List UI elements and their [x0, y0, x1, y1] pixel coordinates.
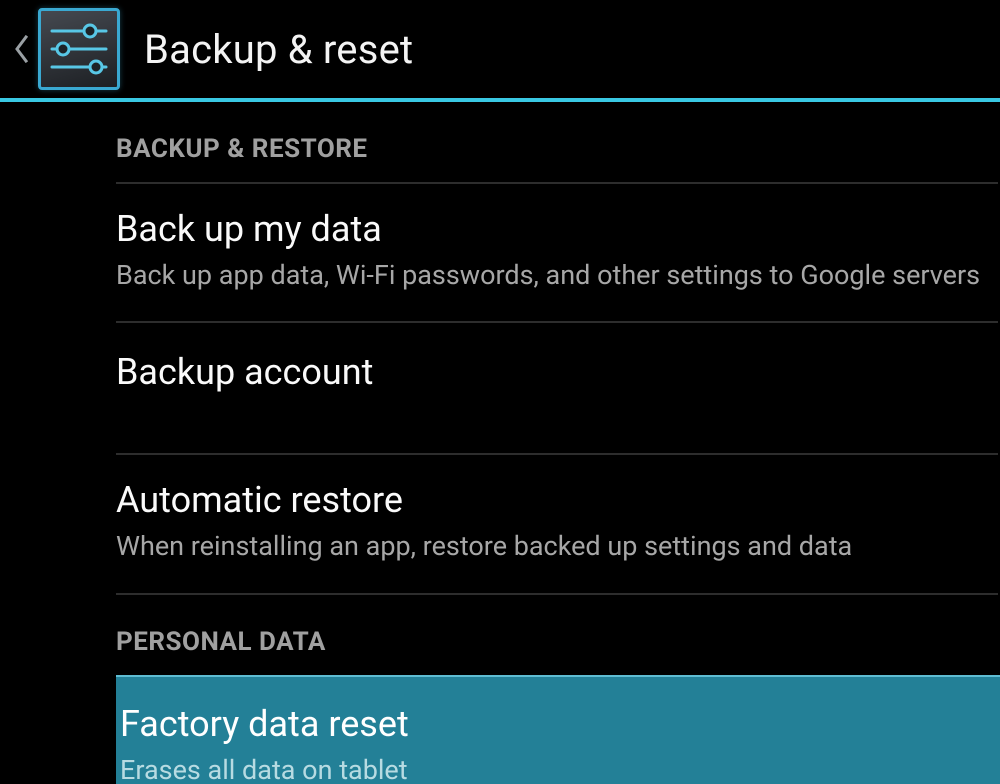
page-title: Backup & reset	[144, 26, 413, 73]
setting-backup-my-data[interactable]: Back up my data Back up app data, Wi-Fi …	[116, 184, 998, 323]
setting-summary: Erases all data on tablet	[120, 751, 1000, 784]
action-bar: Backup & reset	[0, 0, 1000, 102]
setting-summary: Back up app data, Wi-Fi passwords, and o…	[116, 256, 998, 295]
setting-title: Back up my data	[116, 206, 998, 252]
setting-title: Backup account	[116, 349, 998, 395]
chevron-left-icon	[14, 35, 28, 63]
settings-list: BACKUP & RESTORE Back up my data Back up…	[0, 102, 1000, 784]
settings-icon[interactable]	[38, 8, 120, 90]
sliders-icon	[48, 22, 110, 76]
setting-summary: When reinstalling an app, restore backed…	[116, 527, 998, 566]
setting-backup-account[interactable]: Backup account	[116, 323, 998, 455]
section-header-personal-data: PERSONAL DATA	[116, 595, 998, 677]
setting-automatic-restore[interactable]: Automatic restore When reinstalling an a…	[116, 455, 998, 594]
setting-factory-data-reset[interactable]: Factory data reset Erases all data on ta…	[116, 675, 1000, 784]
setting-title: Automatic restore	[116, 477, 998, 523]
back-button[interactable]	[10, 29, 32, 69]
setting-title: Factory data reset	[120, 701, 1000, 747]
section-header-backup-restore: BACKUP & RESTORE	[116, 102, 998, 184]
